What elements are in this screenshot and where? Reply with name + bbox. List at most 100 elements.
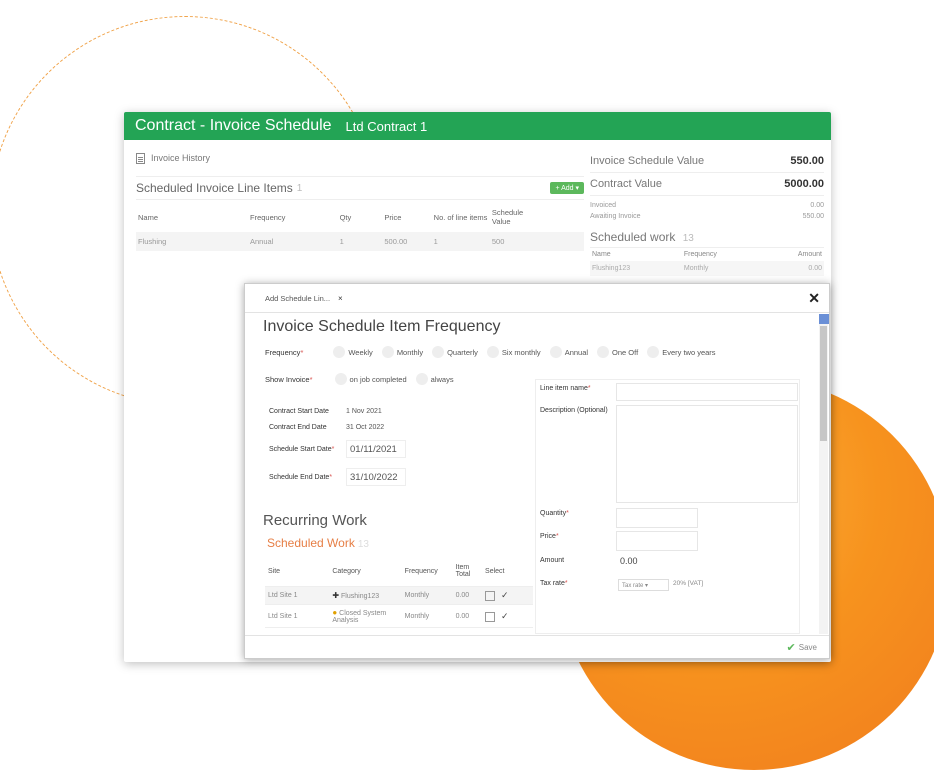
- modal-tab[interactable]: Add Schedule Lin... ×: [265, 294, 343, 303]
- cell: Monthly: [401, 604, 453, 629]
- description-label: Description (Optional): [540, 407, 608, 414]
- category-text: Closed System Analysis: [332, 610, 387, 625]
- scheduled-line-items-label: Scheduled Invoice Line Items: [136, 181, 293, 195]
- col-line-items: No. of line items: [433, 212, 488, 222]
- radio-dot: [647, 346, 660, 358]
- dates-block: Contract Start Date 1 Nov 2021 Contract …: [269, 403, 519, 491]
- price-input[interactable]: [616, 531, 698, 551]
- contract-end-label: Contract End Date: [269, 423, 327, 431]
- amount-label: Amount: [540, 557, 565, 564]
- add-button[interactable]: + Add ▾: [550, 182, 584, 194]
- schedule-end-input[interactable]: 31/10/2022: [346, 468, 406, 486]
- save-button[interactable]: ✔ Save: [787, 641, 817, 654]
- radio-six-monthly[interactable]: Six monthly: [486, 346, 541, 358]
- scheduled-work-heading-label: Scheduled Work: [267, 536, 355, 550]
- invoice-history-link[interactable]: Invoice History: [136, 150, 584, 166]
- schedule-end-label: Schedule End Date*: [269, 473, 333, 481]
- cell: 500: [489, 232, 544, 251]
- show-invoice-label-text: Show Invoice: [265, 374, 310, 384]
- radio-on-job-completed[interactable]: on job completed: [334, 373, 407, 385]
- table-row[interactable]: Flushing Annual 1 500.00 1 500: [136, 232, 584, 251]
- radio-quarterly[interactable]: Quarterly: [432, 346, 478, 358]
- invoice-schedule-value-label: Invoice Schedule Value: [590, 155, 705, 167]
- radio-label: Annual: [564, 347, 589, 357]
- awaiting-value: 550.00: [802, 213, 824, 220]
- radio-always[interactable]: always: [415, 373, 454, 385]
- close-icon[interactable]: ✕: [808, 290, 820, 307]
- awaiting-row: Awaiting Invoice 550.00: [590, 211, 824, 222]
- cell: 1: [431, 232, 490, 251]
- radio-label: Weekly: [348, 347, 373, 357]
- select-checkbox[interactable]: [485, 591, 496, 602]
- radio-one-off[interactable]: One Off: [597, 346, 638, 358]
- col-site: Site: [265, 556, 330, 587]
- quantity-label: Quantity*: [540, 510, 569, 517]
- line-item-name-input[interactable]: [616, 383, 798, 401]
- check-icon[interactable]: ✓: [501, 590, 509, 600]
- contract-end-row: Contract End Date 31 Oct 2022: [269, 419, 519, 435]
- amount-value: 0.00: [620, 556, 638, 566]
- scheduled-work-count: 13: [682, 233, 694, 244]
- radio-every-two-years[interactable]: Every two years: [647, 346, 716, 358]
- window-subtitle: Ltd Contract 1: [345, 118, 428, 134]
- cell: [543, 232, 584, 251]
- col-amount: Amount: [762, 247, 824, 261]
- cell: 500.00: [382, 232, 432, 251]
- cell: 0.00: [452, 604, 483, 629]
- tax-rate-select[interactable]: Tax rate ▾: [618, 579, 669, 591]
- select-checkbox[interactable]: [485, 611, 496, 622]
- contract-value: 5000.00: [784, 178, 824, 190]
- radio-label: Quarterly: [447, 347, 478, 357]
- table-row[interactable]: Ltd Site 1 ✚ Flushing123 Monthly 0.00 ✓: [265, 586, 533, 606]
- price-label-text: Price: [540, 533, 556, 540]
- col-frequency: Frequency: [250, 212, 286, 222]
- line-items-table: Name Frequency Qty Price No. of line ite…: [136, 202, 584, 251]
- table-row[interactable]: Ltd Site 1 ● Closed System Analysis Month…: [265, 604, 533, 629]
- radio-label: One Off: [612, 347, 639, 357]
- add-schedule-line-modal: Add Schedule Lin... × ✕ Invoice Schedule…: [244, 283, 830, 659]
- window-titlebar: Contract - Invoice Schedule Ltd Contract…: [124, 112, 831, 140]
- price-label: Price*: [540, 533, 559, 540]
- contract-value-label: Contract Value: [590, 178, 662, 190]
- schedule-start-label: Schedule Start Date*: [269, 445, 335, 453]
- radio-label: Six monthly: [501, 347, 541, 357]
- invoiced-label: Invoiced: [590, 202, 617, 209]
- line-item-name-label-text: Line item name: [540, 385, 588, 392]
- col-spacer: [544, 202, 584, 232]
- col-name: Name: [138, 212, 159, 222]
- frequency-label-text: Frequency: [265, 347, 301, 357]
- contract-end-value: 31 Oct 2022: [346, 423, 385, 431]
- table-row[interactable]: Flushing123 Monthly 0.00: [590, 261, 824, 276]
- scrollbar[interactable]: [819, 314, 828, 634]
- line-item-form: Line item name* Description (Optional) Q…: [535, 379, 800, 634]
- invoice-history-label: Invoice History: [151, 153, 211, 163]
- radio-weekly[interactable]: Weekly: [333, 346, 373, 358]
- description-textarea[interactable]: [616, 405, 798, 503]
- scheduled-work-header: Scheduled work 13: [590, 230, 824, 244]
- schedule-start-input[interactable]: 01/11/2021: [346, 440, 406, 458]
- tab-close-icon[interactable]: ×: [338, 294, 343, 303]
- col-name: Name: [590, 247, 682, 261]
- radio-label: on job completed: [349, 374, 407, 384]
- contract-start-value: 1 Nov 2021: [346, 407, 382, 415]
- check-icon[interactable]: ✓: [501, 611, 509, 621]
- radio-label: Monthly: [396, 347, 424, 357]
- col-price: Price: [384, 212, 402, 222]
- invoice-schedule-value-row: Invoice Schedule Value 550.00: [590, 150, 824, 173]
- wrench-icon: ✚: [332, 591, 340, 601]
- quantity-input[interactable]: [616, 508, 698, 528]
- scrollbar-thumb[interactable]: [820, 326, 827, 441]
- cell: Ltd Site 1: [265, 604, 330, 629]
- scheduled-line-items-count: 1: [296, 182, 303, 194]
- show-invoice-label: Show Invoice*: [265, 374, 313, 384]
- line-item-name-label: Line item name*: [540, 385, 591, 392]
- radio-monthly[interactable]: Monthly: [381, 346, 424, 358]
- invoiced-value: 0.00: [810, 202, 824, 209]
- scheduled-work-label: Scheduled work: [590, 230, 676, 244]
- modal-body: Invoice Schedule Item Frequency Frequenc…: [245, 313, 817, 636]
- scroll-up-icon[interactable]: [819, 314, 829, 324]
- radio-dot: [415, 373, 428, 385]
- scheduled-work-heading-count: 13: [357, 539, 369, 550]
- radio-annual[interactable]: Annual: [549, 346, 589, 358]
- cell: 0.00: [452, 586, 483, 606]
